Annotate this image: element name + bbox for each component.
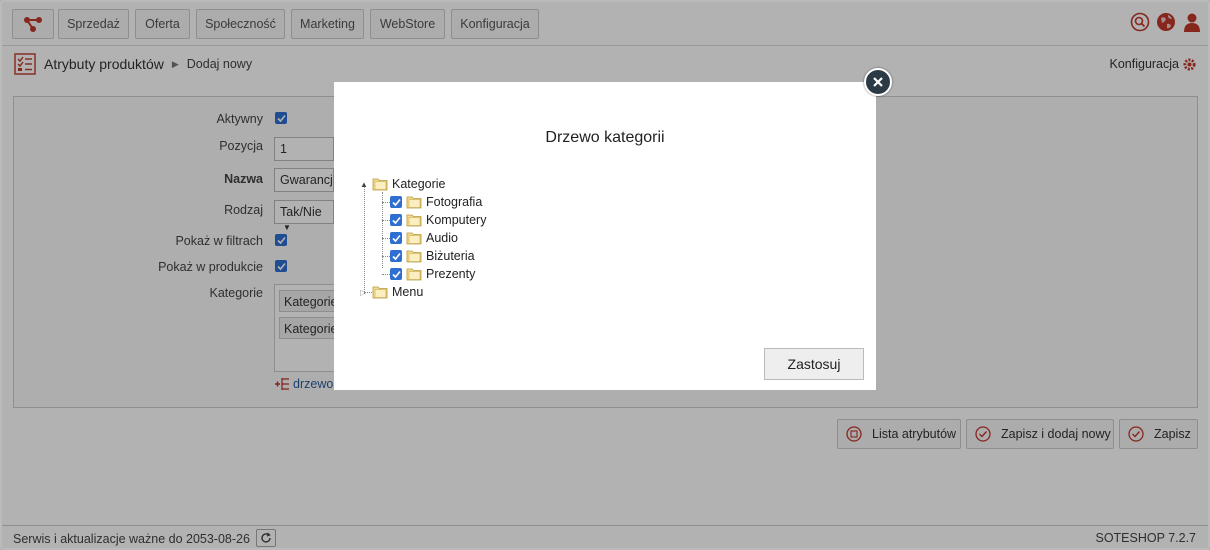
tree-node-komputery[interactable]: Komputery: [390, 211, 486, 229]
folder-icon: [372, 178, 388, 191]
tree-node-kategorie[interactable]: ▲ Kategorie: [360, 175, 446, 193]
tree-node-prezenty[interactable]: Prezenty: [390, 265, 475, 283]
tree-node-bizuteria[interactable]: Biżuteria: [390, 247, 475, 265]
folder-icon: [406, 250, 422, 263]
close-modal-button[interactable]: [864, 68, 892, 96]
tree-node-label: Audio: [426, 231, 458, 245]
folder-icon: [372, 286, 388, 299]
expand-arrow-icon[interactable]: ▷: [360, 288, 368, 297]
modal-title: Drzewo kategorii: [545, 129, 665, 146]
category-tree-modal: Drzewo kategorii ▲ Kategorie Fotografia …: [334, 82, 876, 390]
audio-checkbox[interactable]: [390, 232, 402, 244]
tree-node-label: Fotografia: [426, 195, 483, 209]
folder-icon: [406, 268, 422, 281]
tree-node-audio[interactable]: Audio: [390, 229, 458, 247]
collapse-arrow-icon[interactable]: ▲: [360, 180, 368, 189]
fotografia-checkbox[interactable]: [390, 196, 402, 208]
tree-node-label: Biżuteria: [426, 249, 475, 263]
folder-icon: [406, 214, 422, 227]
folder-icon: [406, 196, 422, 209]
bizuteria-checkbox[interactable]: [390, 250, 402, 262]
tree-node-label: Komputery: [426, 213, 487, 227]
tree-node-menu[interactable]: ▷ Menu: [360, 283, 423, 301]
komputery-checkbox[interactable]: [390, 214, 402, 226]
tree-node-label: Menu: [392, 285, 424, 299]
tree-node-label: Prezenty: [426, 267, 476, 281]
apply-button[interactable]: Zastosuj: [764, 348, 864, 380]
prezenty-checkbox[interactable]: [390, 268, 402, 280]
tree-node-fotografia[interactable]: Fotografia: [390, 193, 482, 211]
folder-icon: [406, 232, 422, 245]
close-icon: [873, 77, 883, 87]
tree-node-label: Kategorie: [392, 177, 446, 191]
